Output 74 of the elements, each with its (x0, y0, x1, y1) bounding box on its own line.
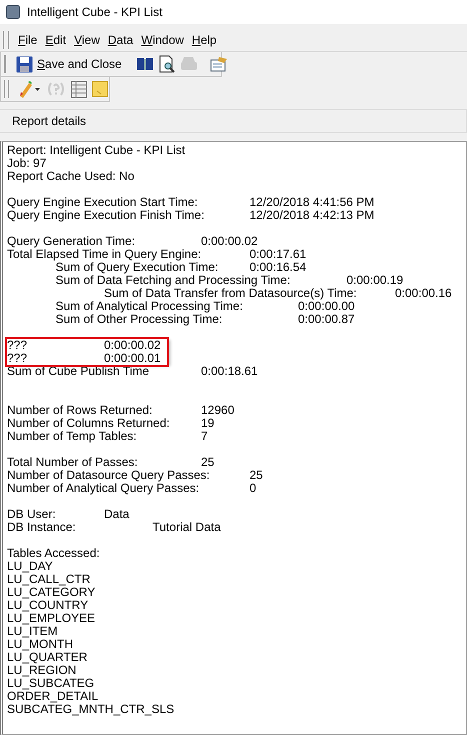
pencil-icon (17, 80, 41, 98)
toolbar-button[interactable] (158, 53, 176, 75)
report-line: LU_CATEGORY (7, 586, 96, 599)
stat-label: Query Engine Execution Start Time: (7, 196, 198, 209)
stat-value: 0:00:16.54 (250, 261, 306, 274)
preview-icon (158, 55, 175, 73)
menu-item[interactable]: Window (138, 30, 187, 50)
report-line: LU_MONTH (7, 638, 74, 651)
report-line: LU_COUNTRY (7, 599, 88, 612)
menu-item[interactable]: View (71, 30, 103, 50)
stat-label: Total Number of Passes: (7, 456, 138, 469)
stat-value: Data (104, 508, 130, 521)
book-icon (136, 56, 154, 72)
stat-value: Tutorial Data (152, 521, 221, 534)
stat-label: Sum of Analytical Processing Time: (56, 300, 243, 313)
stat-value: 12/20/2018 4:41:56 PM (250, 196, 374, 209)
report-line: LU_DAY (7, 560, 53, 573)
stat-label: DB Instance: (7, 521, 76, 534)
report-line: LU_EMPLOYEE (7, 612, 96, 625)
stat-label: Sum of Query Execution Time: (56, 261, 218, 274)
stat-value: 0:00:00.19 (346, 274, 404, 287)
report-line: SUBCATEG_MNTH_CTR_SLS (7, 703, 174, 716)
menu-item[interactable]: Data (104, 30, 136, 50)
stat-value: 0:00:00.00 (298, 300, 355, 313)
stat-value: 25 (201, 456, 214, 469)
report-line: LU_SUBCATEG (7, 677, 94, 690)
report-line: Report Cache Used: No (7, 170, 134, 183)
properties-icon (210, 56, 228, 72)
stat-value: 0:00:00.87 (298, 313, 355, 326)
stat-label: ??? (7, 352, 28, 365)
stat-label: Query Generation Time: (7, 235, 136, 248)
menu-item[interactable]: Help (188, 30, 220, 50)
stat-value: 0:00:00.02 (104, 339, 161, 352)
stat-value: 0:00:17.61 (250, 248, 306, 261)
report-line: LU_ITEM (7, 625, 58, 638)
stat-label: Sum of Data Fetching and Processing Time: (56, 274, 290, 287)
menu-item[interactable]: Edit (42, 30, 70, 50)
stat-value: 0:00:00.02 (201, 235, 258, 248)
stat-label: Sum of Other Processing Time: (56, 313, 222, 326)
stat-label: Total Elapsed Time in Query Engine: (7, 248, 202, 261)
report-line: LU_REGION (7, 664, 76, 677)
stat-label: Sum of Cube Publish Time (7, 365, 150, 378)
stat-value: 0:00:00.16 (395, 287, 452, 300)
stat-label: DB User: (7, 508, 56, 521)
panel-title: Report details (12, 114, 86, 128)
stat-label: Query Engine Execution Finish Time: (7, 209, 204, 222)
report-line: LU_CALL_CTR (7, 573, 90, 586)
report-line: Report: Intelligent Cube - KPI List (7, 144, 186, 157)
report-line: Job: 97 (7, 157, 46, 170)
stat-value: 0:00:00.01 (104, 352, 161, 365)
stat-value: 19 (201, 417, 214, 430)
menu-item[interactable]: File (15, 30, 40, 50)
stat-label: Number of Rows Returned: (7, 404, 152, 417)
stat-label: Number of Analytical Query Passes: (7, 482, 200, 495)
stat-label: Number of Columns Returned: (7, 417, 170, 430)
stat-value: 0 (250, 482, 256, 495)
stat-value: 12/20/2018 4:42:13 PM (250, 209, 374, 222)
stat-value: 0:00:18.61 (201, 365, 258, 378)
app-icon (6, 5, 20, 19)
stat-value: 7 (201, 430, 208, 443)
stat-label: ??? (7, 339, 28, 352)
help-icon (46, 81, 66, 97)
stat-label: Number of Datasource Query Passes: (7, 469, 210, 482)
report-line: ORDER_DETAIL (7, 690, 98, 703)
note-icon (92, 81, 108, 97)
report-line: Tables Accessed: (7, 547, 100, 560)
window-title: Intelligent Cube - KPI List (27, 5, 162, 19)
stat-value: 25 (250, 469, 263, 482)
stat-label: Number of Temp Tables: (7, 430, 137, 443)
report-line: LU_QUARTER (7, 651, 88, 664)
printer-icon (180, 56, 198, 72)
stat-label: Sum of Data Transfer from Datasource(s) Time: (104, 287, 357, 300)
grid-icon (71, 80, 87, 98)
stat-value: 12960 (201, 404, 234, 417)
